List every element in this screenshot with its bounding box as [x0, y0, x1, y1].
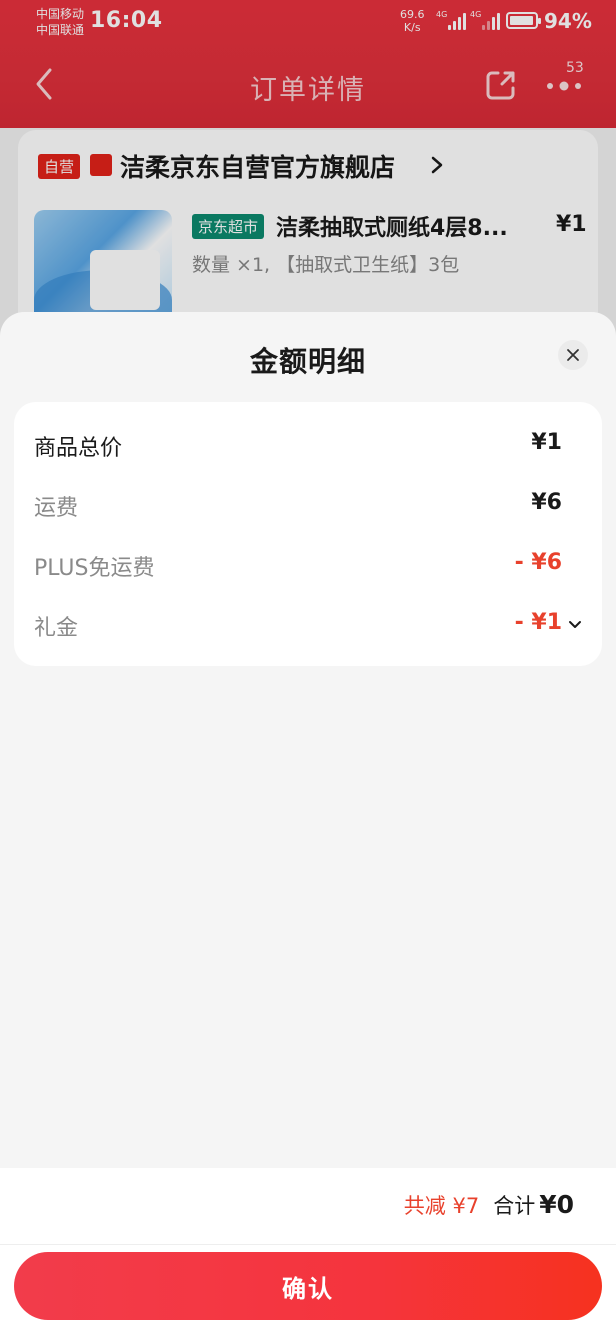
- row-label: PLUS免运费: [34, 556, 155, 581]
- total-label: 合计: [493, 1194, 536, 1218]
- row-goods-total: 商品总价 ¥1: [14, 424, 602, 464]
- price-summary: 共减 ¥7 合计 ¥0: [404, 1190, 574, 1220]
- row-value: ¥6: [531, 490, 562, 515]
- row-value: - ¥6: [514, 550, 562, 575]
- confirm-button[interactable]: 确认: [14, 1252, 602, 1320]
- total-value: ¥0: [539, 1190, 574, 1219]
- row-value: ¥1: [531, 430, 562, 455]
- row-plus-free-shipping: PLUS免运费 - ¥6: [14, 544, 602, 584]
- row-label: 礼金: [34, 616, 79, 641]
- amount-detail-card: 商品总价 ¥1 运费 ¥6 PLUS免运费 - ¥6 礼金 - ¥1: [14, 402, 602, 666]
- row-shipping: 运费 ¥6: [14, 484, 602, 524]
- close-icon: [567, 349, 579, 361]
- divider: [0, 1244, 616, 1245]
- chevron-down-icon[interactable]: [568, 620, 582, 630]
- close-button[interactable]: [558, 340, 588, 370]
- row-gift-money[interactable]: 礼金 - ¥1: [14, 604, 602, 644]
- row-label: 商品总价: [34, 436, 123, 461]
- bottom-bar: 共减 ¥7 合计 ¥0 确认: [0, 1168, 616, 1334]
- row-value: - ¥1: [514, 610, 562, 635]
- sheet-title: 金额明细: [249, 345, 366, 378]
- total-saved: 共减 ¥7: [403, 1194, 480, 1218]
- row-label: 运费: [34, 496, 79, 521]
